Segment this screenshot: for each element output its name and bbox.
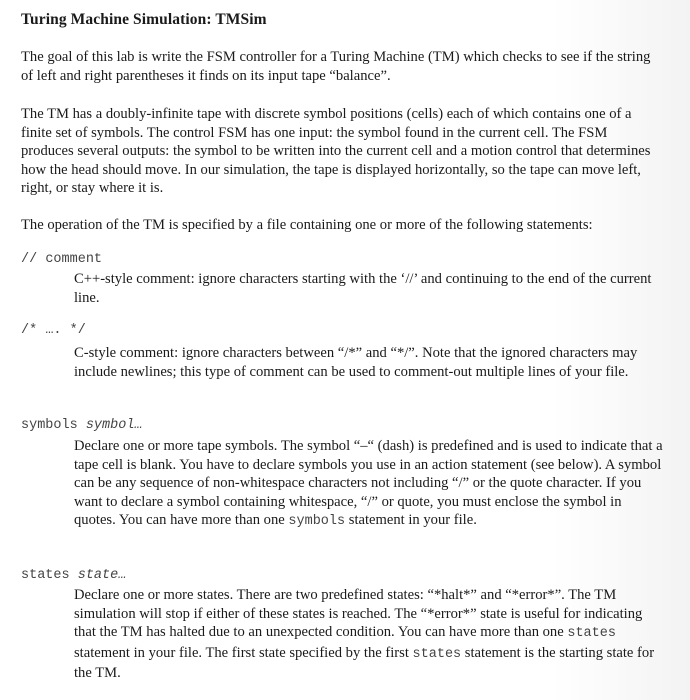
- statement-description-comment: C++-style comment: ignore characters sta…: [74, 271, 652, 306]
- inline-code-symbols: symbols: [288, 514, 346, 530]
- inline-code-states: states: [567, 626, 616, 642]
- statement-term-comment: // comment: [21, 252, 102, 267]
- tape-paragraph: The TM has a doubly-infinite tape with d…: [21, 106, 651, 197]
- statement-description-states: Declare one or more states. There are tw…: [74, 586, 664, 683]
- operation-paragraph: The operation of the TM is specified by …: [21, 217, 593, 233]
- description-text: statement in your file.: [345, 512, 477, 529]
- statement-term-symbols: symbols symbol…: [21, 418, 143, 433]
- term-argument: state…: [77, 568, 127, 583]
- term-argument: …. */: [45, 323, 86, 338]
- intro-paragraph: The goal of this lab is write the FSM co…: [21, 49, 651, 84]
- statement-description-symbols: Declare one or more tape symbols. The sy…: [74, 437, 664, 532]
- description-text: statement in your file. The first state …: [74, 644, 413, 661]
- inline-code-states: states: [412, 646, 462, 662]
- term-keyword: //: [21, 252, 46, 267]
- description-text: Declare one or more states. There are tw…: [74, 587, 643, 641]
- term-keyword: states: [21, 568, 78, 583]
- term-argument: symbol…: [85, 418, 143, 433]
- statement-term-states: states state…: [21, 568, 126, 583]
- term-keyword: /*: [21, 323, 46, 338]
- statement-term-block-comment: /* …. */: [21, 323, 86, 338]
- document-page: Turing Machine Simulation: TMSim The goa…: [0, 0, 690, 700]
- document-title: Turing Machine Simulation: TMSim: [21, 11, 267, 28]
- statement-description-block-comment: C-style comment: ignore characters betwe…: [74, 345, 638, 380]
- term-argument: comment: [45, 252, 103, 267]
- term-keyword: symbols: [21, 418, 86, 433]
